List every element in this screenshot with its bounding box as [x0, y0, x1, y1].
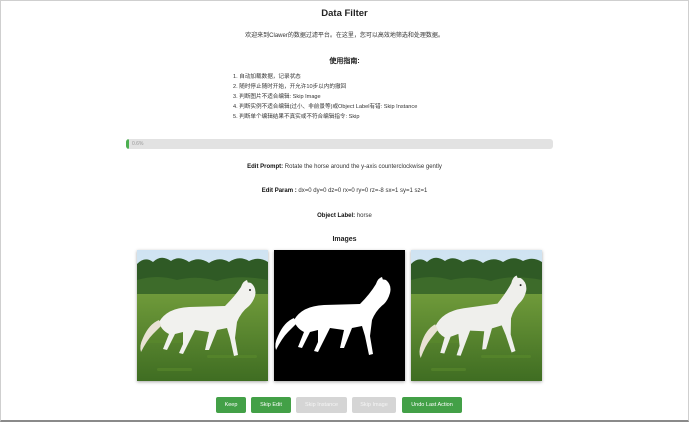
object-label-label: Object Label:	[317, 213, 356, 219]
edited-image	[411, 250, 542, 381]
progress-text: 0.6%	[132, 141, 144, 147]
progress-fill	[126, 139, 129, 149]
skip-edit-button[interactable]: Skip Edit	[251, 397, 291, 413]
edit-prompt-value: Rotate the horse around the y-axis count…	[284, 164, 442, 170]
images-title: Images	[332, 236, 357, 243]
guide-item: 1. 自动加载数据，记录状态	[233, 74, 301, 80]
welcome-text: 欢迎来到Clawer的数据过滤平台。在这里，您可以高效地筛选和处理数据。	[245, 33, 444, 39]
keep-button[interactable]: Keep	[216, 397, 246, 413]
object-label-value: horse	[356, 213, 372, 219]
guide-item: 3. 判断图片不适合编辑: Skip Image	[233, 94, 321, 100]
original-image	[137, 250, 268, 381]
guide-title: 使用指南:	[329, 58, 360, 65]
edit-param-label: Edit Param :	[261, 188, 297, 194]
undo-button[interactable]: Undo Last Action	[402, 397, 462, 413]
mask-image	[274, 250, 405, 381]
edit-prompt-label: Edit Prompt:	[247, 164, 284, 170]
object-label: Object Label: horse	[0, 213, 689, 219]
edit-prompt: Edit Prompt: Rotate the horse around the…	[0, 164, 689, 170]
guide-item: 2. 随时停止随时开始，开允许10步以内的撤回	[233, 84, 347, 90]
progress-bar: 0.6%	[126, 139, 553, 149]
edit-param: Edit Param : dx=0 dy=0 dz=0 rx=0 ry=0 rz…	[0, 188, 689, 194]
skip-instance-button[interactable]: Skip Instance	[296, 397, 347, 413]
guide-list: 1. 自动加载数据，记录状态 2. 随时停止随时开始，开允许10步以内的撤回 3…	[233, 72, 417, 122]
edit-param-value: dx=0 dy=0 dz=0 rx=0 ry=0 rz=-8 sx=1 sy=1…	[298, 188, 428, 194]
page-title: Data Filter	[321, 8, 368, 19]
guide-item: 4. 判断实例不适合编辑(过小、非前景等)或Object Label有错: Sk…	[233, 104, 418, 110]
skip-image-button[interactable]: Skip Image	[352, 397, 396, 413]
guide-item: 5. 判断单个编辑结果不真实或不符合编辑指令: Skip	[233, 114, 360, 120]
